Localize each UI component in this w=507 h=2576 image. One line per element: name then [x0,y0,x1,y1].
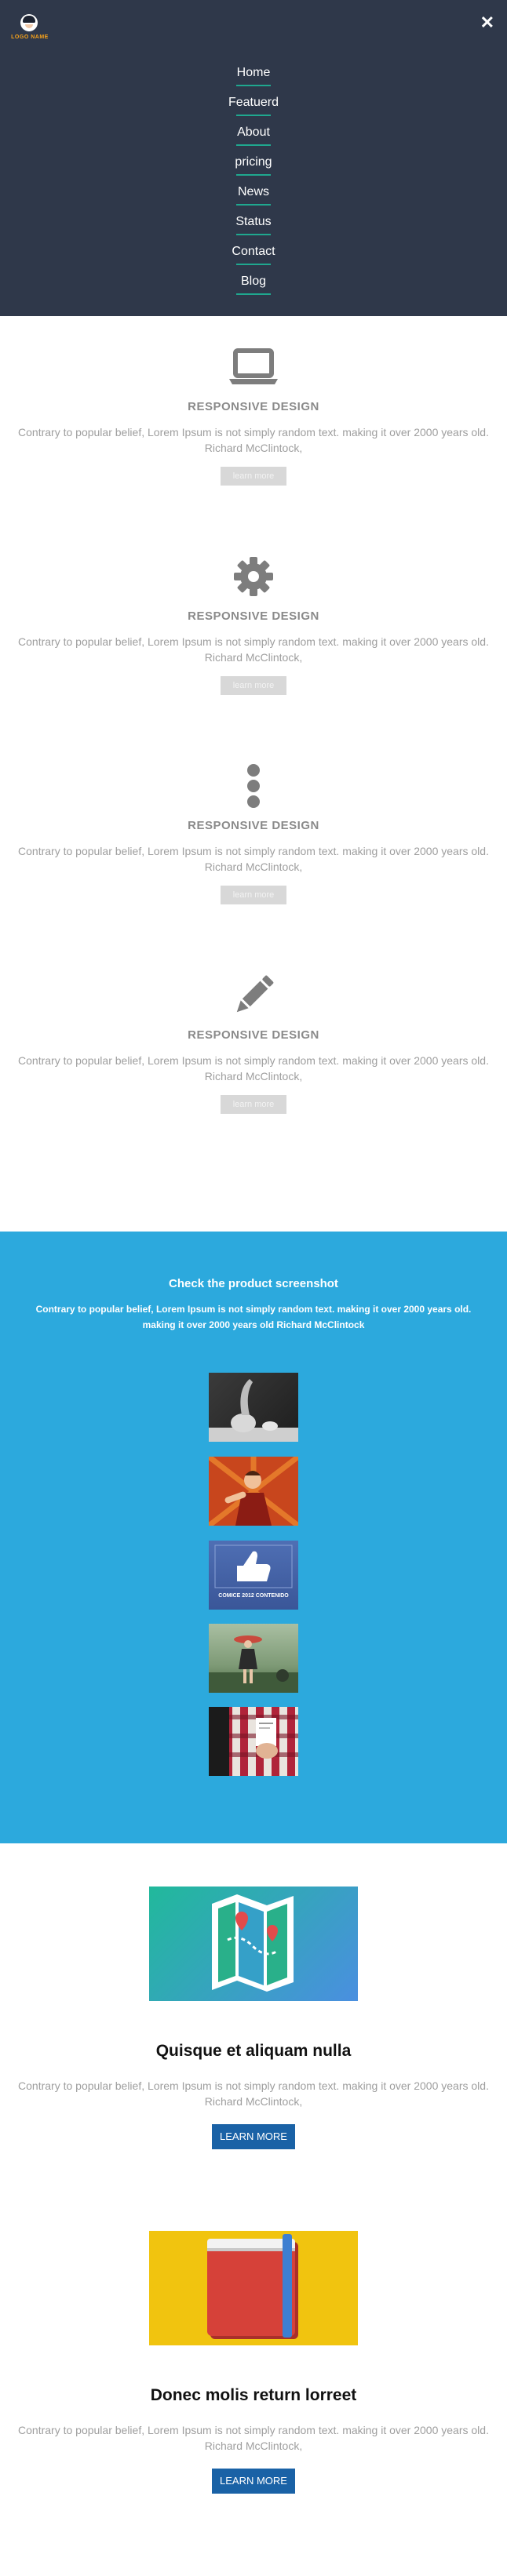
nav-underline [236,115,271,116]
nav-underline [236,293,271,295]
feature-text: Contrary to popular belief, Lorem Ipsum … [18,1054,489,1082]
close-icon[interactable]: ✕ [480,14,494,31]
map-icon [149,1887,358,2001]
nav-item-about[interactable]: About [0,122,507,152]
logo[interactable]: LOGO NAME [9,13,50,44]
product-block: Quisque et aliquam nulla Contrary to pop… [0,1887,507,2200]
feature-block: RESPONSIVE DESIGN Contrary to popular be… [0,972,507,1114]
gear-icon [0,553,507,600]
feature-title: RESPONSIVE DESIGN [188,400,319,413]
nav-underline [236,85,271,86]
screenshot-thumb[interactable] [209,1457,298,1526]
nav-item-label: Featuerd [228,96,279,109]
screenshot-thumb[interactable] [209,1624,298,1693]
feature-block: RESPONSIVE DESIGN Contrary to popular be… [0,344,507,486]
nav-underline [236,144,271,146]
nav-item-label: Home [236,66,271,79]
mascot-icon [20,14,38,31]
feature-block: RESPONSIVE DESIGN Contrary to popular be… [0,762,507,904]
feature-title: RESPONSIVE DESIGN [188,819,319,832]
nav-underline [236,204,271,206]
screenshot-thumb[interactable] [209,1707,298,1776]
feature-text: Contrary to popular belief, Lorem Ipsum … [18,845,489,873]
feature-text: Contrary to popular belief, Lorem Ipsum … [18,426,489,454]
pencil-icon [0,972,507,1019]
nav-item-label: About [237,126,270,139]
nav-item-pricing[interactable]: pricing [0,152,507,182]
nav-underline [236,234,271,235]
nav-item-blog[interactable]: Blog [0,271,507,301]
product-block: Donec molis return lorreet Contrary to p… [0,2231,507,2545]
nav-item-label: Contact [232,245,275,258]
logo-name: LOGO NAME [11,35,49,40]
nav-menu: Home Featuerd About pricing News Status … [0,63,507,301]
nav-item-contact[interactable]: Contact [0,242,507,271]
product-title: Donec molis return lorreet [150,2386,357,2404]
screenshot-section: Check the product screenshot Contrary to… [0,1232,507,1843]
learn-more-button[interactable]: LEARN MORE [212,2124,295,2149]
nav-item-news[interactable]: News [0,182,507,212]
more-vertical-icon [0,762,507,810]
learn-more-button[interactable]: LEARN MORE [212,2469,295,2494]
screenshot-thumb[interactable] [209,1373,298,1442]
section-text: Contrary to popular belief, Lorem Ipsum … [35,1304,472,1330]
nav-item-label: Blog [240,275,267,288]
feature-block: RESPONSIVE DESIGN Contrary to popular be… [0,553,507,695]
nav-item-label: pricing [235,155,272,169]
nav-underline [236,264,271,265]
mobile-nav-panel: LOGO NAME ✕ Home Featuerd About pricing … [0,0,507,316]
learn-more-button[interactable]: learn more [221,676,286,695]
feature-text: Contrary to popular belief, Lorem Ipsum … [18,635,489,664]
banner-text: COMICE 2012 CONTENIDO [218,1593,289,1599]
nav-underline [236,174,271,176]
feature-title: RESPONSIVE DESIGN [188,609,319,623]
product-text: Contrary to popular belief, Lorem Ipsum … [18,2079,489,2108]
learn-more-button[interactable]: learn more [221,1095,286,1114]
nav-item-status[interactable]: Status [0,212,507,242]
learn-more-button[interactable]: learn more [221,886,286,904]
screenshot-thumb[interactable]: COMICE 2012 CONTENIDO [209,1541,298,1610]
nav-item-label: News [237,185,269,198]
product-text: Contrary to popular belief, Lorem Ipsum … [18,2424,489,2452]
feature-title: RESPONSIVE DESIGN [188,1028,319,1042]
nav-item-home[interactable]: Home [0,63,507,93]
product-title: Quisque et aliquam nulla [155,2042,352,2060]
nav-item-label: Status [235,215,272,228]
nav-item-featuerd[interactable]: Featuerd [0,93,507,122]
section-title: Check the product screenshot [169,1277,338,1290]
book-icon [149,2231,358,2345]
learn-more-button[interactable]: learn more [221,467,286,486]
laptop-icon [0,344,507,391]
